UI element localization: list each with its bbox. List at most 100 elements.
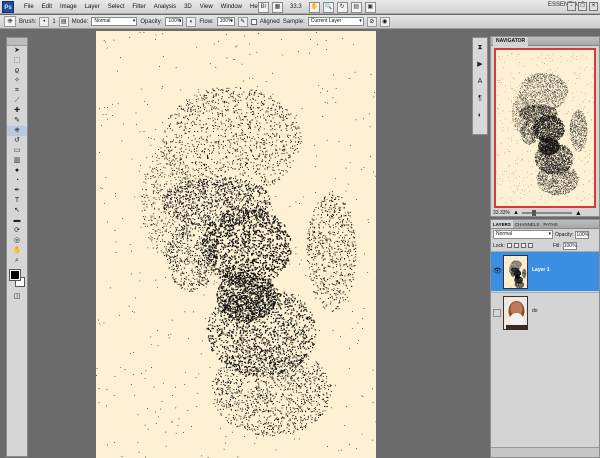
tab-paths[interactable]: PATHS — [541, 220, 559, 228]
brush-preset-picker[interactable]: • — [39, 16, 50, 27]
brush-size: 1 — [52, 19, 55, 25]
ignore-adjustment-icon[interactable]: ⊘ — [366, 16, 377, 27]
tab-navigator[interactable]: NAVIGATOR — [493, 37, 529, 46]
zoom-out-icon[interactable]: ▲ — [513, 210, 519, 216]
menu-3d[interactable]: 3D — [180, 0, 196, 14]
eraser-icon[interactable]: ▭ — [7, 146, 27, 156]
minimize-button[interactable]: - — [567, 2, 576, 11]
shape-icon[interactable]: ▬ — [7, 216, 27, 226]
fill-field[interactable]: 100% — [562, 241, 577, 250]
pressure-size-icon[interactable]: ◉ — [379, 16, 390, 27]
view-extras-icon[interactable]: ▦ — [272, 1, 283, 13]
eye-icon[interactable]: 👁 — [493, 268, 502, 276]
lock-position-icon[interactable] — [520, 243, 526, 248]
marquee-icon[interactable]: ⬚ — [7, 56, 27, 66]
close-button[interactable]: × — [589, 2, 598, 11]
lasso-icon[interactable]: ϱ — [7, 66, 27, 76]
layer-opacity-label: Opacity: — [555, 232, 573, 238]
character-panel-icon[interactable]: A — [473, 75, 487, 89]
navigator-thumbnail[interactable] — [494, 48, 596, 208]
zoom-level[interactable]: 33.3 — [286, 4, 306, 10]
menu-analysis[interactable]: Analysis — [150, 0, 180, 14]
tab-channels[interactable]: CHANNELS — [513, 220, 542, 228]
airbrush-icon[interactable]: ✎ — [237, 16, 248, 27]
flow-label: Flow: — [199, 19, 213, 25]
menu-file[interactable]: File — [20, 0, 38, 14]
mode-select[interactable]: Normal — [91, 17, 138, 26]
tab-layers[interactable]: LAYERS — [491, 220, 513, 228]
zoom-icon[interactable]: ⌕ — [7, 256, 27, 266]
navigator-controls: 33.33% ▲ ▲ — [491, 209, 599, 217]
3d-rotate-icon[interactable]: ⟳ — [7, 226, 27, 236]
color-panel-icon[interactable]: ◐ — [473, 109, 487, 123]
rotate-view-icon[interactable]: ↻ — [336, 1, 348, 13]
brush-label: Brush: — [19, 19, 36, 25]
hand-icon[interactable]: ✋ — [308, 1, 320, 13]
lock-pixels-icon[interactable] — [513, 243, 519, 248]
move-icon[interactable]: ➤ — [7, 46, 27, 56]
mode-label: Mode: — [72, 19, 89, 25]
clone-stamp-icon[interactable]: ⎈ — [4, 16, 16, 27]
document-canvas[interactable] — [96, 31, 376, 458]
visibility-toggle[interactable] — [493, 309, 501, 317]
sample-select[interactable]: Current Layer — [307, 17, 364, 26]
aligned-checkbox[interactable] — [250, 18, 257, 25]
layer-row-do[interactable]: do — [491, 292, 599, 332]
toolbox-header[interactable] — [7, 38, 27, 46]
zoom-icon[interactable]: 🔍 — [322, 1, 334, 13]
crop-icon[interactable]: ⌗ — [7, 86, 27, 96]
gradient-icon[interactable]: ▥ — [7, 156, 27, 166]
menu-view[interactable]: View — [196, 0, 217, 14]
arrange-documents-icon[interactable]: ▤ — [350, 1, 362, 13]
lock-all-icon[interactable] — [527, 243, 533, 248]
blur-icon[interactable]: ● — [7, 166, 27, 176]
clone-stamp-icon[interactable]: ⎈ — [7, 126, 27, 136]
color-swatches — [7, 266, 27, 292]
navigator-zoom-value[interactable]: 33.33% — [493, 210, 510, 216]
zoom-in-icon[interactable]: ▲ — [575, 210, 582, 217]
history-brush-icon[interactable]: ↺ — [7, 136, 27, 146]
brush-panel-icon[interactable]: ▤ — [58, 16, 69, 27]
screen-mode-icon[interactable]: ▣ — [364, 1, 376, 13]
healing-icon[interactable]: ✚ — [7, 106, 27, 116]
slider-knob[interactable] — [531, 210, 536, 216]
hand-icon[interactable]: ✋ — [7, 246, 27, 256]
maximize-button[interactable]: □ — [578, 2, 587, 11]
opacity-field[interactable]: 100% — [165, 17, 184, 26]
blend-mode-select[interactable]: Normal — [493, 230, 553, 239]
history-panel-icon[interactable]: ⧗ — [473, 41, 487, 55]
dodge-icon[interactable]: ◔ — [7, 176, 27, 186]
menu-image[interactable]: Image — [56, 0, 81, 14]
layer-name[interactable]: do — [532, 308, 538, 314]
menu-items: File Edit Image Layer Select Filter Anal… — [20, 0, 266, 14]
brush-icon[interactable]: ✎ — [7, 116, 27, 126]
aligned-label: Aligned — [260, 19, 280, 25]
paragraph-panel-icon[interactable]: ¶ — [473, 92, 487, 106]
layer-row-layer-1[interactable]: 👁 Layer 1 — [491, 251, 599, 291]
lock-transparency-icon[interactable] — [506, 243, 512, 248]
bridge-icon[interactable]: Br — [258, 1, 269, 13]
navigator-zoom-slider[interactable] — [521, 210, 572, 216]
menu-edit[interactable]: Edit — [38, 0, 56, 14]
layer-opacity-field[interactable]: 100% — [575, 230, 590, 239]
flow-field[interactable]: 100% — [216, 17, 235, 26]
menu-filter[interactable]: Filter — [128, 0, 149, 14]
foreground-color-swatch[interactable] — [9, 269, 21, 281]
path-select-icon[interactable]: ↖ — [7, 206, 27, 216]
menu-select[interactable]: Select — [104, 0, 129, 14]
quick-select-icon[interactable]: ✧ — [7, 76, 27, 86]
menu-layer[interactable]: Layer — [81, 0, 104, 14]
menu-window[interactable]: Window — [217, 0, 246, 14]
actions-panel-icon[interactable]: ▶ — [473, 58, 487, 72]
pen-icon[interactable]: ✒ — [7, 186, 27, 196]
menu-bar: Ps File Edit Image Layer Select Filter A… — [0, 0, 600, 14]
type-icon[interactable]: T — [7, 196, 27, 206]
layer-thumbnail — [503, 255, 528, 289]
eyedropper-icon[interactable]: ⟋ — [7, 96, 27, 106]
pressure-opacity-icon[interactable]: ◐ — [186, 16, 197, 27]
layer-name[interactable]: Layer 1 — [532, 267, 550, 273]
toolbox: ➤ ⬚ ϱ ✧ ⌗ ⟋ ✚ ✎ ⎈ ↺ ▭ ▥ ● ◔ ✒ T ↖ ▬ ⟳ ◎ … — [6, 37, 28, 457]
quick-mask-icon[interactable]: ◫ — [7, 292, 27, 302]
layer-1-thumbnail-image — [505, 256, 527, 288]
3d-orbit-icon[interactable]: ◎ — [7, 236, 27, 246]
